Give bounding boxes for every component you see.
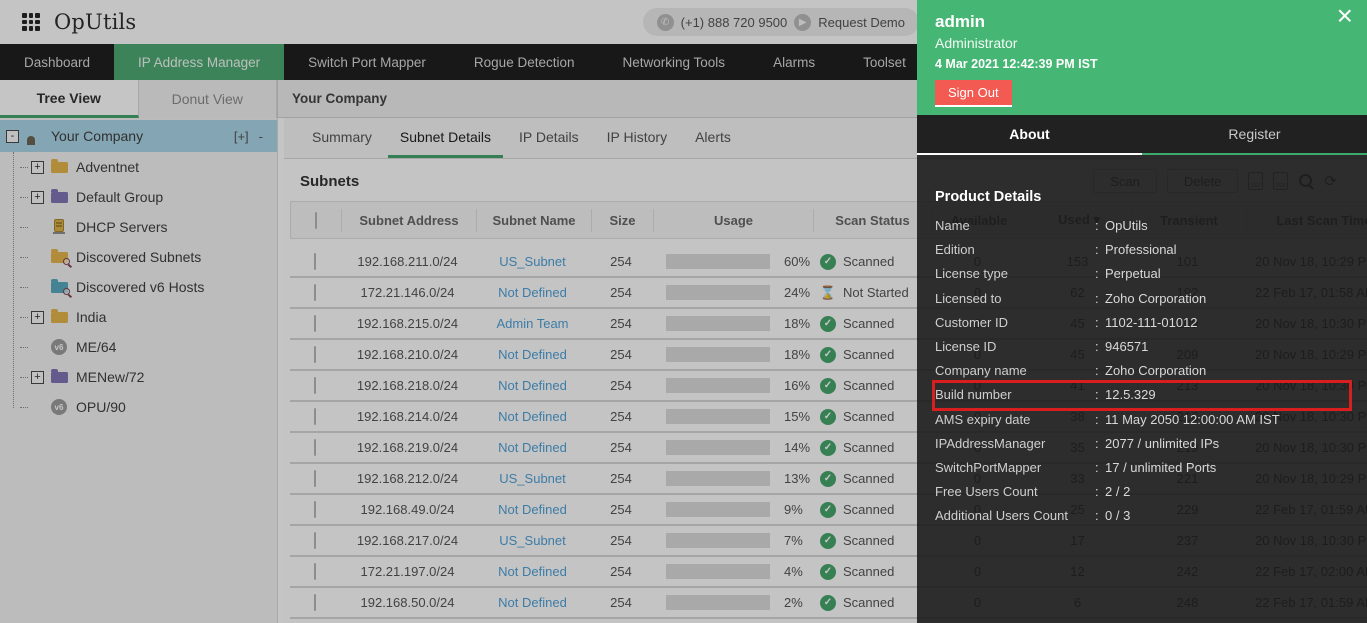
detail-value: 2077 / unlimited IPs — [1105, 435, 1220, 451]
detail-label: Additional Users Count — [935, 508, 1068, 524]
detail-label: Free Users Count — [935, 484, 1038, 500]
detail-label: Edition — [935, 242, 975, 258]
detail-separator: : — [1095, 339, 1099, 355]
detail-label: Customer ID — [935, 314, 1008, 330]
detail-label: License type — [935, 266, 1008, 282]
detail-label: Build number — [935, 387, 1012, 403]
oputils-app: OpUtils ✆ (+1) 888 720 9500 ▶ Request De… — [0, 0, 1367, 623]
detail-separator: : — [1095, 387, 1099, 403]
detail-separator: : — [1095, 290, 1099, 306]
product-detail-ipaddressmanager: IPAddressManager : 2077 / unlimited IPs — [935, 432, 1349, 456]
login-timestamp: 4 Mar 2021 12:42:39 PM IST — [935, 57, 1098, 71]
product-detail-additional-users-count: Additional Users Count : 0 / 3 — [935, 504, 1349, 528]
product-details-section: Product Details Name : OpUtils Edition :… — [917, 155, 1367, 529]
detail-value: Zoho Corporation — [1105, 290, 1207, 306]
detail-label: Company name — [935, 363, 1027, 379]
product-detail-edition: Edition : Professional — [935, 238, 1349, 262]
about-register-tabs: About Register — [917, 115, 1367, 155]
detail-label: SwitchPortMapper — [935, 460, 1042, 476]
detail-separator: : — [1095, 460, 1099, 476]
product-detail-ams-expiry-date: AMS expiry date : 11 May 2050 12:00:00 A… — [935, 408, 1349, 432]
detail-separator: : — [1095, 508, 1099, 524]
detail-value: 946571 — [1105, 339, 1149, 355]
close-icon[interactable]: × — [1337, 2, 1353, 30]
sign-out-button[interactable]: Sign Out — [935, 80, 1012, 105]
product-detail-switchportmapper: SwitchPortMapper : 17 / unlimited Ports — [935, 456, 1349, 480]
detail-value: 17 / unlimited Ports — [1105, 460, 1217, 476]
product-detail-build-number: Build number : 12.5.329 — [935, 383, 1349, 407]
product-detail-customer-id: Customer ID : 1102-111-01012 — [935, 311, 1349, 335]
detail-separator: : — [1095, 266, 1099, 282]
detail-label: AMS expiry date — [935, 411, 1031, 427]
panel-tab-register[interactable]: Register — [1142, 115, 1367, 153]
detail-separator: : — [1095, 484, 1099, 500]
detail-value: Zoho Corporation — [1105, 363, 1207, 379]
product-detail-license-type: License type : Perpetual — [935, 262, 1349, 286]
detail-separator: : — [1095, 218, 1099, 233]
detail-value: 1102-111-01012 — [1105, 314, 1198, 330]
product-detail-license-id: License ID : 946571 — [935, 335, 1349, 359]
user-about-panel: admin Administrator 4 Mar 2021 12:42:39 … — [917, 0, 1367, 623]
detail-value: 2 / 2 — [1105, 484, 1131, 500]
user-role: Administrator — [935, 35, 1018, 51]
detail-value: 0 / 3 — [1105, 508, 1131, 524]
product-detail-free-users-count: Free Users Count : 2 / 2 — [935, 480, 1349, 504]
detail-separator: : — [1095, 411, 1099, 427]
detail-separator: : — [1095, 314, 1099, 330]
detail-label: License ID — [935, 339, 997, 355]
detail-value: Perpetual — [1105, 266, 1161, 282]
product-detail-licensed-to: Licensed to : Zoho Corporation — [935, 287, 1349, 311]
product-details-title: Product Details — [935, 189, 1042, 205]
detail-separator: : — [1095, 435, 1099, 451]
product-detail-name: Name : OpUtils — [935, 214, 1349, 238]
detail-label: IPAddressManager — [935, 435, 1046, 451]
product-detail-company-name: Company name : Zoho Corporation — [935, 359, 1349, 383]
detail-separator: : — [1095, 242, 1099, 258]
detail-label: Licensed to — [935, 290, 1002, 306]
panel-tab-about[interactable]: About — [917, 115, 1142, 155]
user-info-header: admin Administrator 4 Mar 2021 12:42:39 … — [917, 0, 1367, 115]
detail-value: Professional — [1105, 242, 1177, 258]
detail-value: 12.5.329 — [1105, 387, 1156, 403]
username: admin — [935, 12, 986, 31]
detail-value: OpUtils — [1105, 218, 1148, 233]
detail-label: Name — [935, 218, 970, 233]
detail-separator: : — [1095, 363, 1099, 379]
detail-value: 11 May 2050 12:00:00 AM IST — [1105, 411, 1280, 427]
